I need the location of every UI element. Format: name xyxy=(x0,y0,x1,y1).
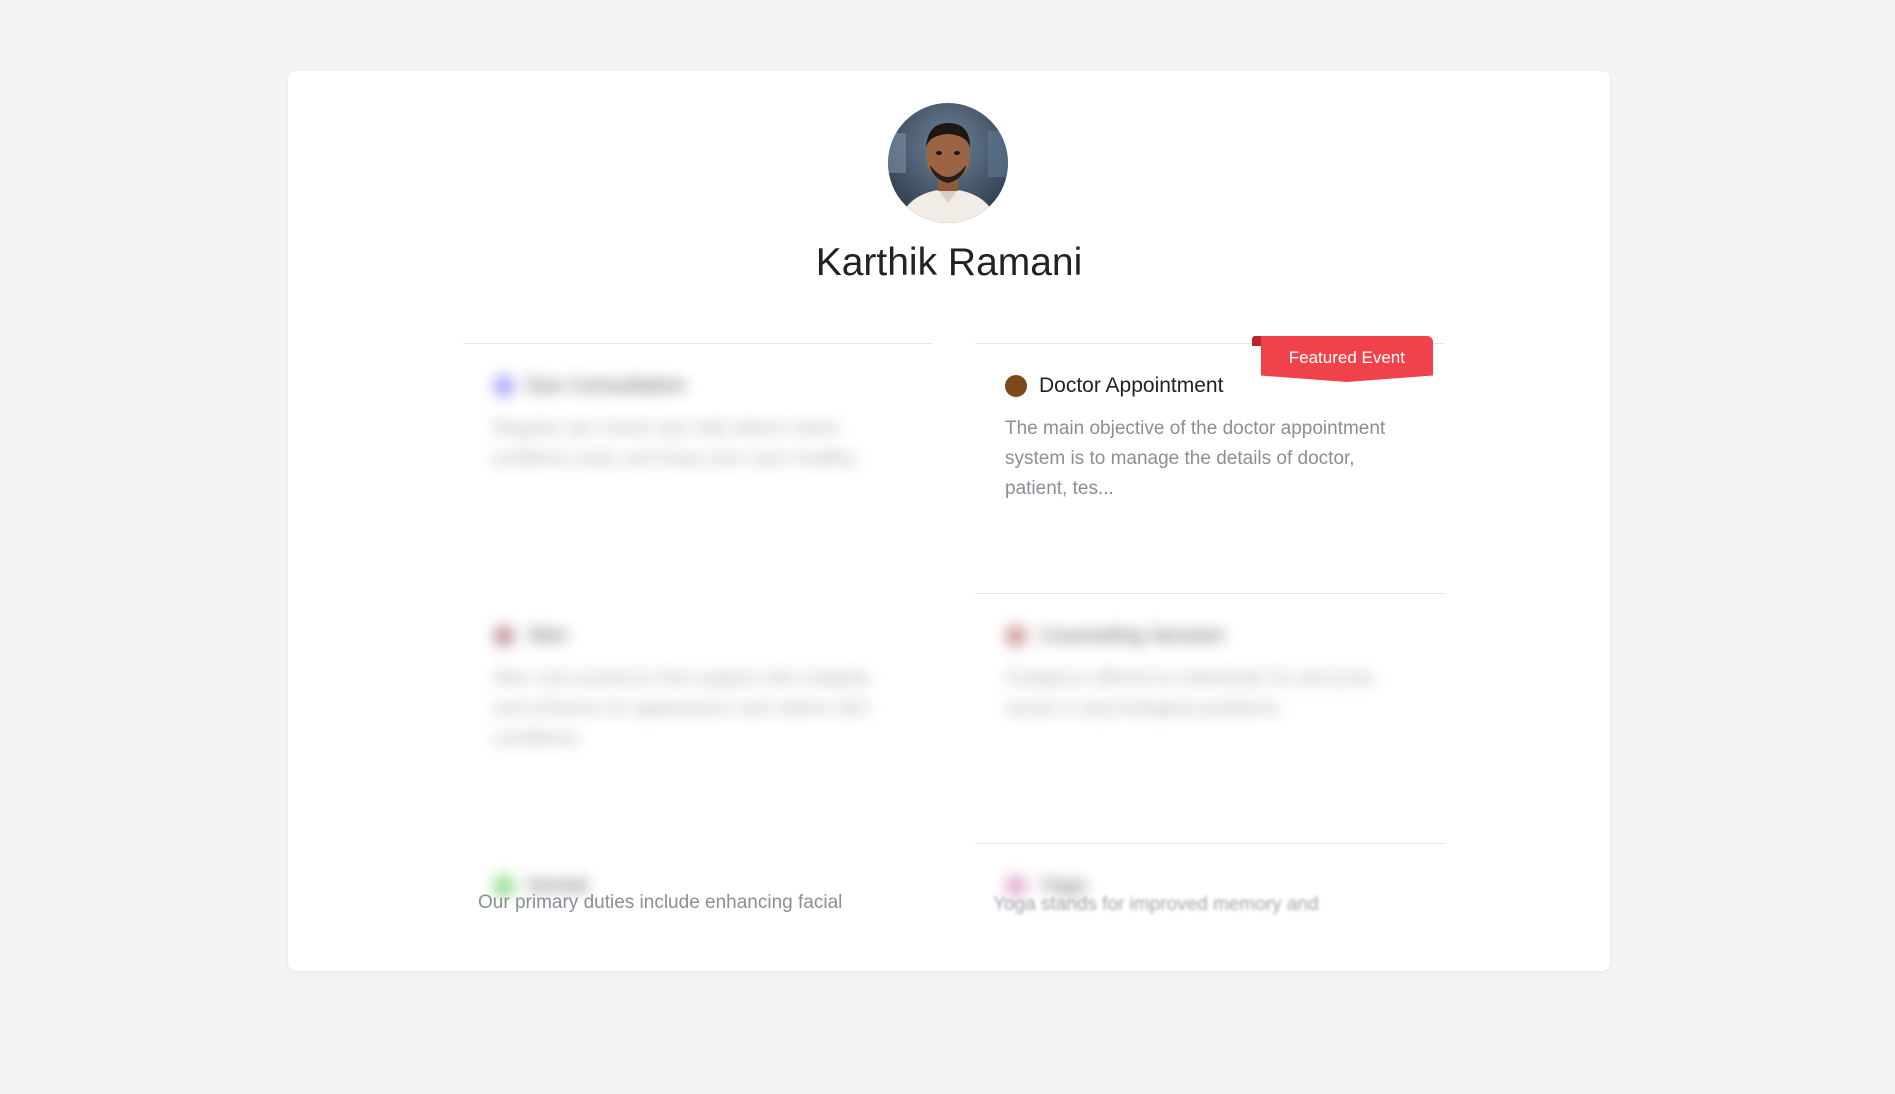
profile-card: Karthik Ramani Eye Consultation Regular … xyxy=(288,71,1610,971)
avatar xyxy=(888,103,1008,223)
event-title: Eye Consultation xyxy=(527,374,686,397)
event-description: Yoga stands for improved memory and xyxy=(993,894,1319,915)
event-title: Doctor Appointment xyxy=(1039,374,1224,397)
event-card[interactable]: Dental xyxy=(463,843,933,1094)
event-color-dot xyxy=(1005,375,1027,397)
event-description: Our primary duties include enhancing fac… xyxy=(478,892,843,913)
event-card[interactable]: Yoga xyxy=(975,843,1445,1094)
event-card[interactable]: Counseling Session Guidance offered to i… xyxy=(975,593,1445,844)
event-color-dot xyxy=(1005,625,1027,647)
event-title: Skin xyxy=(527,624,568,647)
event-color-dot xyxy=(493,625,515,647)
event-card[interactable]: Skin Skin care practices that support sk… xyxy=(463,593,933,844)
event-color-dot xyxy=(493,375,515,397)
event-description: Skin care practices that support skin in… xyxy=(493,668,871,749)
profile-name: Karthik Ramani xyxy=(815,241,1083,284)
event-description: Guidance offered to individuals for pers… xyxy=(1005,668,1377,719)
event-card[interactable]: Featured Event Doctor Appointment The ma… xyxy=(975,336,1445,594)
event-title: Counseling Session xyxy=(1039,624,1225,647)
avatar-image xyxy=(888,103,1008,223)
event-description: The main objective of the doctor appoint… xyxy=(1005,418,1386,499)
event-card[interactable]: Eye Consultation Regular eye check-ups h… xyxy=(463,343,933,594)
event-description: Regular eye check-ups help detect vision… xyxy=(493,418,860,469)
